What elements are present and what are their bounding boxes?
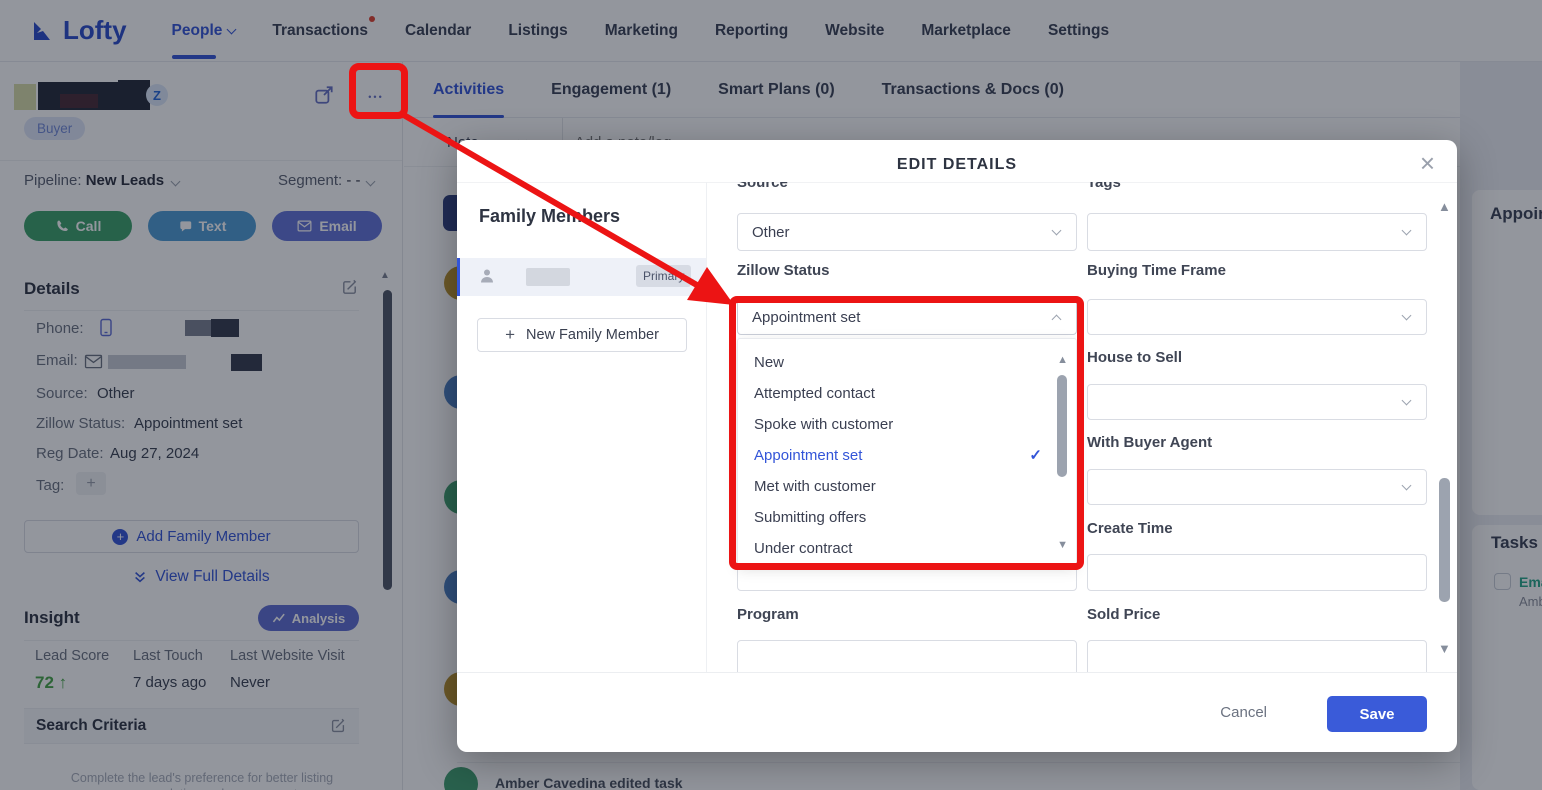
chevron-down-icon [1052,226,1062,236]
family-members-panel: Family Members Primary + New Family Memb… [457,182,707,672]
program-label: Program [737,606,799,623]
program-input[interactable] [737,640,1077,672]
primary-badge: Primary [636,265,691,287]
scroll-up-icon: ▲ [1057,354,1068,366]
dropdown-option[interactable]: Met with customer [738,471,1076,502]
modal-close-button[interactable]: × [1420,150,1435,176]
house-to-sell-select[interactable] [1087,384,1427,420]
scroll-down-icon: ▼ [1438,641,1451,656]
primary-badge-label: Primary [643,269,684,283]
sold-price-label: Sold Price [1087,606,1160,623]
modal-title: EDIT DETAILS [457,156,1457,174]
dropdown-option[interactable]: Spoke with customer [738,409,1076,440]
person-icon [478,267,496,285]
chevron-up-icon [1052,314,1062,324]
with-buyer-agent-select[interactable] [1087,469,1427,505]
sold-price-input[interactable] [1087,640,1427,672]
close-icon: × [1420,148,1435,178]
zillow-status-select[interactable]: Appointment set [737,299,1077,335]
form-scrollbar[interactable] [1439,478,1450,602]
dropdown-option[interactable]: Attempted contact [738,378,1076,409]
chevron-down-icon [1402,311,1412,321]
save-button[interactable]: Save [1327,696,1427,732]
source-label: Source [737,182,788,191]
create-time-input[interactable] [1087,554,1427,591]
chevron-down-icon [1402,481,1412,491]
house-to-sell-label: House to Sell [1087,349,1182,366]
dropdown-option[interactable]: Submitting offers [738,502,1076,533]
lofty-crm-page: Lofty People Transactions Calendar Listi… [0,0,1542,790]
form-scroll-up[interactable]: ▲ [1438,200,1451,213]
dropdown-scroll-up[interactable]: ▲ [1057,355,1068,366]
create-time-label: Create Time [1087,520,1173,537]
tags-label: Tags [1087,182,1121,191]
dropdown-option[interactable]: New [738,347,1076,378]
option-label: Appointment set [754,447,862,464]
plus-icon: + [505,325,515,345]
source-value: Other [752,224,790,241]
zillow-status-dropdown: New Attempted contact Spoke with custome… [737,338,1077,566]
member-name-redacted [526,268,570,286]
modal-footer: Cancel Save [457,672,1457,752]
cancel-button[interactable]: Cancel [1220,704,1267,721]
chevron-down-icon [1402,226,1412,236]
scroll-down-icon: ▼ [1057,539,1068,551]
new-family-member-label: New Family Member [526,327,659,343]
dropdown-scrollbar[interactable] [1057,375,1067,477]
chevron-down-icon [1402,396,1412,406]
save-label: Save [1359,706,1394,723]
check-icon: ✓ [1029,440,1042,471]
tags-select[interactable] [1087,213,1427,251]
zillow-status-label: Zillow Status [737,262,830,279]
with-buyer-agent-label: With Buyer Agent [1087,434,1212,451]
source-select[interactable]: Other [737,213,1077,251]
new-family-member-button[interactable]: + New Family Member [477,318,687,352]
buying-time-frame-label: Buying Time Frame [1087,262,1226,279]
buying-time-frame-select[interactable] [1087,299,1427,335]
zillow-status-value: Appointment set [752,309,860,326]
edit-details-form: Source Other Tags Zillow Status Appointm… [707,182,1457,672]
dropdown-option[interactable]: Under contract [738,533,1076,564]
family-member-row[interactable]: Primary [457,258,706,296]
edit-details-modal: EDIT DETAILS × Family Members Primary + … [457,140,1457,752]
scroll-up-icon: ▲ [1438,199,1451,214]
family-members-title: Family Members [479,206,706,227]
dropdown-scroll-down[interactable]: ▼ [1057,540,1068,551]
dropdown-option-selected[interactable]: Appointment set ✓ [738,440,1076,471]
form-scroll-down[interactable]: ▼ [1438,642,1451,655]
